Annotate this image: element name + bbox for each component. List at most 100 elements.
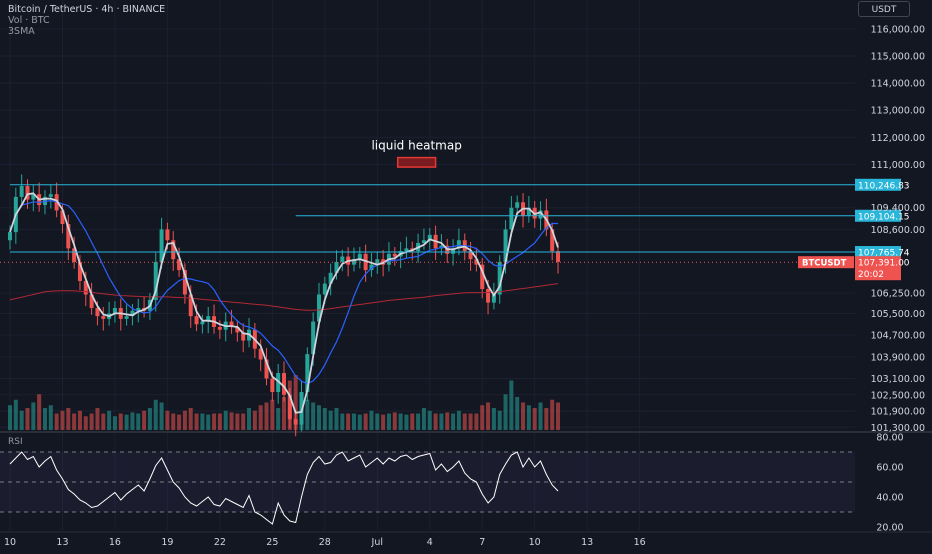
volume-bar bbox=[311, 402, 316, 430]
price-axis-label: 108,600.00 bbox=[871, 225, 925, 236]
volume-bar bbox=[8, 405, 12, 430]
volume-bar bbox=[223, 410, 228, 430]
volume-bar bbox=[54, 413, 59, 430]
price-chart-svg[interactable]: 110,246.83109,104.15107,765.74BTCUSDT 107… bbox=[0, 0, 932, 550]
rsi-axis-label: 80.00 bbox=[876, 433, 903, 444]
volume-bar bbox=[77, 410, 82, 430]
volume-bar bbox=[83, 416, 88, 430]
volume-bar bbox=[456, 410, 461, 430]
volume-bar bbox=[305, 399, 310, 430]
candle-body bbox=[322, 283, 327, 295]
volume-bar bbox=[515, 397, 520, 430]
volume-bar bbox=[322, 408, 327, 430]
volume-bar bbox=[25, 408, 30, 430]
candle-body bbox=[101, 316, 106, 319]
last-price-symbol: BTCUSDT bbox=[802, 259, 847, 269]
volume-bar bbox=[270, 399, 275, 430]
volume-bar bbox=[182, 410, 187, 430]
volume-bar bbox=[521, 402, 526, 430]
volume-bar bbox=[421, 408, 426, 430]
volume-bar bbox=[363, 413, 368, 430]
price-axis-label: 113,000.00 bbox=[871, 106, 925, 117]
candle-body bbox=[8, 232, 12, 241]
liquid-heatmap-label: liquid heatmap bbox=[371, 139, 461, 153]
price-axis-label: 109,400.00 bbox=[871, 203, 925, 214]
time-axis-label: 10 bbox=[529, 537, 541, 548]
time-axis-label: 13 bbox=[56, 537, 68, 548]
volume-bar bbox=[316, 405, 321, 430]
time-axis-label: 22 bbox=[214, 537, 226, 548]
volume-bar bbox=[282, 397, 287, 430]
time-axis-label: 10 bbox=[4, 537, 16, 548]
volume-bar bbox=[112, 416, 117, 430]
volume-bar bbox=[31, 402, 36, 430]
volume-bar bbox=[217, 413, 222, 430]
volume-bar bbox=[206, 414, 211, 430]
bar-countdown: 20:02 bbox=[858, 270, 884, 280]
volume-bar bbox=[462, 413, 467, 430]
volume-bar bbox=[130, 412, 135, 430]
volume-bar bbox=[550, 399, 555, 430]
volume-bar bbox=[153, 399, 158, 430]
price-axis-label: 114,000.00 bbox=[871, 79, 925, 90]
volume-bar bbox=[19, 410, 24, 430]
time-axis-label: 4 bbox=[427, 537, 433, 548]
price-axis-label: 101,900.00 bbox=[871, 407, 925, 418]
time-axis-label: 16 bbox=[634, 537, 646, 548]
candle-body bbox=[200, 321, 205, 325]
price-axis-label: 112,000.00 bbox=[871, 133, 925, 144]
trading-chart[interactable]: 110,246.83 109,104.15 107,765.74 BTCUSDT 107… bbox=[0, 0, 932, 550]
volume-bar bbox=[497, 410, 502, 430]
price-axis-label: 111,000.00 bbox=[871, 160, 925, 171]
volume-bar bbox=[544, 408, 549, 430]
volume-bar bbox=[177, 414, 182, 430]
price-axis-label: 105,500.00 bbox=[871, 309, 925, 320]
volume-bar bbox=[118, 413, 123, 430]
symbol-title: Bitcoin / TetherUS · 4h · BINANCE bbox=[8, 4, 166, 15]
price-axis-label: 106,250.00 bbox=[871, 289, 925, 300]
volume-bar bbox=[433, 413, 438, 430]
volume-bar bbox=[392, 412, 397, 430]
volume-bar bbox=[509, 380, 514, 430]
candle-body bbox=[48, 194, 53, 197]
volume-bar bbox=[491, 408, 496, 430]
last-price-label: 107,391.00 bbox=[858, 259, 910, 269]
volume-bar bbox=[445, 412, 450, 430]
candle-body bbox=[165, 229, 170, 241]
volume-bar bbox=[357, 414, 362, 430]
sma-legend: 3SMA bbox=[8, 26, 35, 37]
candle-body bbox=[340, 256, 345, 262]
volume-bar bbox=[468, 413, 473, 430]
currency-button[interactable]: USDT bbox=[858, 1, 910, 17]
volume-bar bbox=[416, 413, 421, 430]
volume-bar bbox=[252, 410, 257, 430]
volume-bar bbox=[451, 413, 456, 430]
volume-bar bbox=[95, 408, 100, 430]
volume-bar bbox=[89, 413, 94, 430]
volume-bar bbox=[159, 402, 164, 430]
price-axis-label: 103,900.00 bbox=[871, 352, 925, 363]
price-axis-label: 115,000.00 bbox=[871, 51, 925, 62]
time-axis-label: 16 bbox=[109, 537, 121, 548]
time-axis-label: 25 bbox=[266, 537, 278, 548]
candle-body bbox=[19, 186, 24, 197]
volume-bar bbox=[171, 413, 176, 430]
volume-legend: Vol · BTC bbox=[8, 15, 50, 26]
candle-body bbox=[515, 202, 520, 208]
liquid-heatmap-zone bbox=[396, 156, 437, 168]
time-axis-label: 28 bbox=[319, 537, 331, 548]
volume-bar bbox=[107, 410, 112, 430]
volume-bar bbox=[165, 410, 170, 430]
time-axis-label: 19 bbox=[161, 537, 173, 548]
volume-bar bbox=[147, 408, 152, 430]
price-level-label: 110,246.83 bbox=[858, 181, 910, 191]
volume-bar bbox=[212, 413, 217, 430]
candle-body bbox=[270, 378, 275, 393]
volume-bar bbox=[258, 405, 263, 430]
volume-bar bbox=[235, 413, 240, 430]
price-axis-label: 104,700.00 bbox=[871, 331, 925, 342]
volume-bar bbox=[276, 408, 281, 430]
volume-bar bbox=[194, 413, 199, 430]
volume-bar bbox=[369, 410, 374, 430]
volume-bar bbox=[241, 413, 246, 430]
